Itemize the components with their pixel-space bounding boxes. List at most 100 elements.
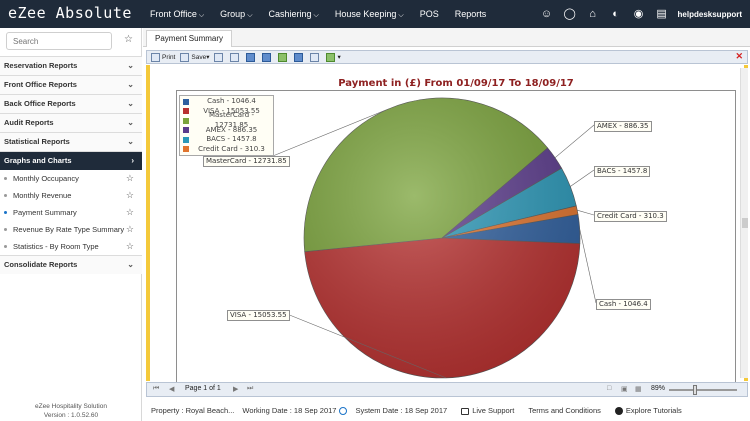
legend-swatch [183,98,189,105]
leader-line-credit-card [577,209,595,216]
chevron-down-icon: ⌄ [127,118,134,127]
legend-label: Cash - 1046.4 [207,97,256,105]
tutorials-link[interactable]: Explore Tutorials [614,406,682,415]
nav-cashiering[interactable]: Cashiering ⌵ [269,0,319,28]
sidebar-item-monthly-occupancy[interactable]: Monthly Occupancy ☆ [0,170,142,187]
search-input[interactable] [7,33,111,49]
scroll-thumb[interactable] [742,218,748,228]
search-box [6,32,112,50]
find-button[interactable] [246,52,257,62]
sidebar-section-graphs-and-charts[interactable]: Graphs and Charts › [0,151,142,170]
close-icon[interactable]: ✕ [735,51,743,62]
legend-swatch [183,127,189,134]
bullet-icon [4,245,7,248]
tab-payment-summary[interactable]: Payment Summary [146,30,233,47]
copy-icon [230,52,240,62]
nav-front-office[interactable]: Front Office ⌵ [150,0,204,28]
zoom-slider-handle[interactable] [693,385,697,395]
sidebar-section-back-office-reports[interactable]: Back Office Reports ⌄ [0,94,142,113]
sidebar-section-audit-reports[interactable]: Audit Reports ⌄ [0,113,142,132]
item-label: Statistics - By Room Type [13,242,99,251]
page-setup-button[interactable] [214,52,225,62]
section-label: Front Office Reports [4,80,77,89]
sidebar-section-consolidate-reports[interactable]: Consolidate Reports ⌄ [0,255,142,274]
data-label-visa: VISA - 15053.55 [227,310,290,321]
nav-reports[interactable]: Reports [455,0,487,28]
sidebar-section-statistical-reports[interactable]: Statistical Reports ⌄ [0,132,142,151]
export-button[interactable]: ▾ [326,52,341,62]
save-button[interactable]: Save ▾ [180,52,209,62]
multi-view-icon[interactable]: ▦ [635,385,642,393]
legend-label: AMEX - 886.35 [205,125,258,134]
eye-icon[interactable]: ◉ [633,8,645,20]
bed-icon[interactable]: ▤ [656,8,668,20]
save-view-icon[interactable]: ▣ [621,385,628,393]
bank-icon[interactable]: ⌂ [587,8,599,20]
view-two-button[interactable] [278,52,289,62]
bullet-icon [4,211,7,214]
chevron-down-icon: ⌄ [127,260,134,269]
brand-name: eZee Hospitality Solution [35,403,107,410]
globe-icon[interactable]: ◯ [564,8,576,20]
legend-label: Credit Card - 310.3 [198,144,265,153]
single-view-icon[interactable]: □ [607,385,611,392]
last-page-icon[interactable]: ⏭ [247,385,253,393]
nav-house-keeping[interactable]: House Keeping ⌵ [335,0,404,28]
sidebar-item-statistics-by-room-type[interactable]: Statistics - By Room Type ☆ [0,238,142,255]
nav-label: House Keeping [334,9,397,19]
sidebar-item-payment-summary[interactable]: Payment Summary ☆ [0,204,142,221]
user-name[interactable]: helpdesksupport [678,10,742,19]
star-icon[interactable]: ☆ [126,238,134,255]
vertical-scrollbar[interactable] [740,68,748,378]
section-label: Statistical Reports [4,137,70,146]
legend-item-cash: Cash - 1046.4 [183,97,270,107]
sidebar-menu: Reservation Reports ⌄ Front Office Report… [0,56,142,274]
chevron-down-icon: ⌄ [127,80,134,89]
report-toolbar: Print Save ▾ ▾ ✕ [146,50,748,64]
nav-pos[interactable]: POS [420,0,439,28]
status-bar: Property : Royal Beach... Working Date :… [143,400,750,421]
nav-label: Cashiering [268,9,312,19]
star-icon[interactable]: ☆ [126,204,134,221]
data-label-cash: Cash - 1046.4 [596,299,651,310]
section-label: Reservation Reports [4,61,78,70]
sidebar-section-front-office-reports[interactable]: Front Office Reports ⌄ [0,75,142,94]
star-icon[interactable]: ☆ [126,170,134,187]
zoom-slider[interactable] [669,389,737,391]
app-logo[interactable]: eZee Absolute [8,4,132,22]
copy-button[interactable] [230,52,241,62]
working-date-label: Working Date : 18 Sep 2017 [242,405,337,415]
sidebar-section-reservation-reports[interactable]: Reservation Reports ⌄ [0,56,142,75]
user-icon[interactable]: ☺ [541,8,553,20]
item-label: Monthly Revenue [13,191,72,200]
view-one-button[interactable] [262,52,273,62]
live-support-link[interactable]: Live Support [461,406,514,415]
print-button[interactable]: Print [151,52,176,62]
leader-line-cash [579,228,597,304]
terms-link[interactable]: Terms and Conditions [528,406,601,415]
print-label: Print [162,53,176,61]
next-page-icon[interactable]: ▶ [233,385,238,393]
first-page-icon[interactable]: ⏮ [153,385,159,393]
nav-group[interactable]: Group ⌵ [220,0,252,28]
sidebar-item-monthly-revenue[interactable]: Monthly Revenue ☆ [0,187,142,204]
chart-view-button[interactable] [310,52,321,62]
star-icon[interactable]: ☆ [124,34,133,45]
sidebar: ☆ Reservation Reports ⌄ Front Office Repo… [0,28,142,421]
legend-swatch [183,136,189,143]
star-icon[interactable]: ☆ [126,221,134,238]
sidebar-item-revenue-by-rate-type[interactable]: Revenue By Rate Type Summary ☆ [0,221,142,238]
printer-icon [151,52,160,62]
star-icon[interactable]: ☆ [126,187,134,204]
chart-icon [310,52,320,62]
property-info[interactable]: Property : Royal Beach... [151,406,234,415]
zoom-level: 89% [651,385,666,392]
two-page-icon [278,52,288,62]
gauge-icon[interactable]: ◐ [610,8,622,20]
chevron-right-icon: › [131,156,134,165]
prev-page-icon[interactable]: ◀ [169,385,174,393]
chevron-down-icon: ⌄ [127,61,134,70]
main-nav: Front Office ⌵ Group ⌵ Cashiering ⌵ House K… [150,0,502,28]
view-fit-button[interactable] [294,52,305,62]
top-bar: eZee Absolute Front Office ⌵ Group ⌵ Cashi… [0,0,750,28]
